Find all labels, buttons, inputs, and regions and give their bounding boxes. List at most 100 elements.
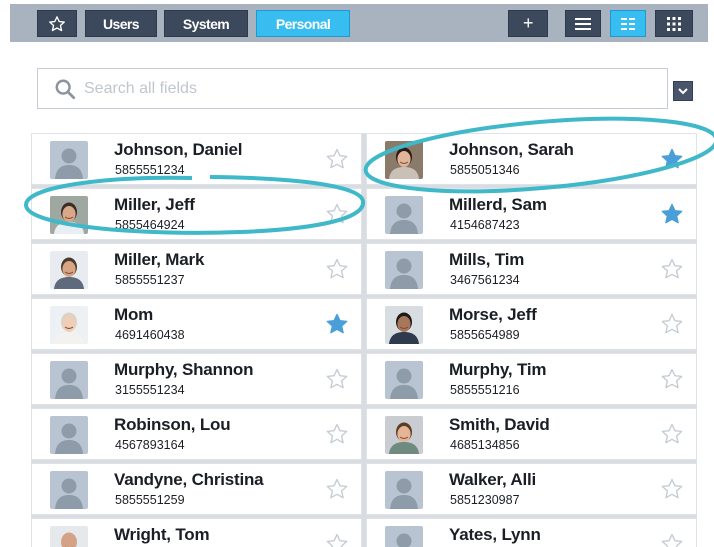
star-filled-icon bbox=[326, 313, 348, 334]
contact-card[interactable]: Wright, Tom5254218560 bbox=[31, 518, 362, 547]
favorite-toggle[interactable] bbox=[660, 257, 684, 281]
favorite-toggle[interactable] bbox=[660, 202, 684, 226]
contact-phone: 5855654989 bbox=[450, 328, 520, 342]
avatar bbox=[385, 361, 423, 399]
contact-phone: 4685134856 bbox=[450, 438, 520, 452]
contact-phone: 5855551234 bbox=[115, 163, 185, 177]
contact-grid: Johnson, Daniel 5855551234 Johnson, Sarah 5… bbox=[31, 133, 697, 547]
search-icon bbox=[55, 79, 76, 99]
contact-phone: 3155551234 bbox=[115, 383, 185, 397]
contact-card[interactable]: Johnson, Daniel 5855551234 bbox=[31, 133, 362, 185]
favorite-toggle[interactable] bbox=[660, 367, 684, 391]
contact-name: Robinson, Lou bbox=[114, 415, 231, 434]
star-outline-icon bbox=[326, 368, 348, 389]
star-outline-icon bbox=[661, 533, 683, 547]
contact-name: Murphy, Tim bbox=[449, 360, 547, 379]
list-view-button[interactable] bbox=[565, 10, 601, 37]
favorites-star-button[interactable] bbox=[37, 10, 77, 37]
contact-card[interactable]: Johnson, Sarah 5855051346 bbox=[366, 133, 697, 185]
favorite-toggle[interactable] bbox=[325, 532, 349, 547]
contact-card[interactable]: Murphy, Shannon 3155551234 bbox=[31, 353, 362, 405]
favorite-toggle[interactable] bbox=[325, 147, 349, 171]
favorite-toggle[interactable] bbox=[325, 477, 349, 501]
star-outline-icon bbox=[661, 313, 683, 334]
search-box[interactable] bbox=[37, 68, 668, 109]
contact-name: Miller, Mark bbox=[114, 250, 205, 269]
contact-card[interactable]: Smith, David 4685134856 bbox=[366, 408, 697, 460]
contact-phone: 5855551216 bbox=[450, 383, 520, 397]
toolbar: Users System Personal + bbox=[0, 0, 714, 42]
add-contact-button[interactable]: + bbox=[508, 10, 548, 37]
contact-card[interactable]: Mills, Tim 3467561234 bbox=[366, 243, 697, 295]
contact-name: Walker, Alli bbox=[449, 470, 537, 489]
avatar bbox=[385, 306, 423, 344]
avatar bbox=[385, 526, 423, 547]
contact-name: Millerd, Sam bbox=[449, 195, 547, 214]
contact-name: Morse, Jeff bbox=[449, 305, 537, 324]
contact-card[interactable]: Walker, Alli 5851230987 bbox=[366, 463, 697, 515]
avatar bbox=[50, 306, 88, 344]
search-options-checkbox[interactable] bbox=[673, 81, 693, 101]
avatar bbox=[385, 471, 423, 509]
contact-phone: 5855051346 bbox=[450, 163, 520, 177]
contact-card[interactable]: Robinson, Lou 4567893164 bbox=[31, 408, 362, 460]
chevron-down-icon bbox=[678, 88, 688, 95]
contact-card[interactable]: Miller, Jeff 5855464924 bbox=[31, 188, 362, 240]
favorite-toggle[interactable] bbox=[660, 532, 684, 547]
two-column-view-icon bbox=[621, 17, 635, 30]
contact-card[interactable]: Yates, Lynn5855558496 bbox=[366, 518, 697, 547]
favorite-toggle[interactable] bbox=[325, 202, 349, 226]
two-column-view-button[interactable] bbox=[610, 10, 646, 37]
list-view-icon bbox=[575, 17, 591, 30]
star-outline-icon bbox=[661, 478, 683, 499]
contact-phone: 4691460438 bbox=[115, 328, 185, 342]
search-input[interactable] bbox=[84, 79, 644, 98]
contact-name: Smith, David bbox=[449, 415, 550, 434]
star-outline-icon bbox=[326, 423, 348, 444]
contact-card[interactable]: Murphy, Tim 5855551216 bbox=[366, 353, 697, 405]
favorite-toggle[interactable] bbox=[660, 477, 684, 501]
contact-phone: 5855551259 bbox=[115, 493, 185, 507]
avatar bbox=[50, 141, 88, 179]
contact-name: Miller, Jeff bbox=[114, 195, 195, 214]
favorite-toggle[interactable] bbox=[325, 257, 349, 281]
favorite-toggle[interactable] bbox=[325, 422, 349, 446]
star-filled-icon bbox=[661, 148, 683, 169]
add-label: + bbox=[523, 13, 534, 33]
contact-phone: 4567893164 bbox=[115, 438, 185, 452]
avatar bbox=[385, 141, 423, 179]
contact-name: Vandyne, Christina bbox=[114, 470, 264, 489]
star-outline-icon bbox=[326, 148, 348, 169]
favorite-toggle[interactable] bbox=[660, 147, 684, 171]
favorite-toggle[interactable] bbox=[660, 422, 684, 446]
star-outline-icon bbox=[326, 258, 348, 279]
favorite-toggle[interactable] bbox=[325, 312, 349, 336]
contact-phone: 5855464924 bbox=[115, 218, 185, 232]
grid-view-button[interactable] bbox=[655, 10, 693, 37]
contact-card[interactable]: Millerd, Sam 4154687423 bbox=[366, 188, 697, 240]
contact-name: Murphy, Shannon bbox=[114, 360, 254, 379]
favorite-toggle[interactable] bbox=[325, 367, 349, 391]
contact-card[interactable]: Mom 4691460438 bbox=[31, 298, 362, 350]
avatar bbox=[385, 251, 423, 289]
contact-card[interactable]: Miller, Mark 5855551237 bbox=[31, 243, 362, 295]
grid-view-icon bbox=[667, 16, 681, 31]
contact-card[interactable]: Morse, Jeff 5855654989 bbox=[366, 298, 697, 350]
star-outline-icon bbox=[326, 203, 348, 224]
avatar bbox=[50, 196, 88, 234]
star-filled-icon bbox=[661, 203, 683, 224]
tab-personal[interactable]: Personal bbox=[256, 10, 350, 37]
contact-name: Johnson, Daniel bbox=[114, 140, 243, 159]
favorite-toggle[interactable] bbox=[660, 312, 684, 336]
contact-name: Wright, Tom bbox=[114, 525, 210, 544]
tab-system[interactable]: System bbox=[164, 10, 248, 37]
tab-users[interactable]: Users bbox=[85, 10, 157, 37]
contact-phone: 3467561234 bbox=[450, 273, 520, 287]
contact-name: Yates, Lynn bbox=[449, 525, 541, 544]
avatar bbox=[385, 196, 423, 234]
contact-card[interactable]: Vandyne, Christina 5855551259 bbox=[31, 463, 362, 515]
tab-personal-label: Personal bbox=[275, 15, 331, 32]
contact-name: Johnson, Sarah bbox=[449, 140, 574, 159]
star-outline-icon bbox=[661, 258, 683, 279]
avatar bbox=[50, 361, 88, 399]
